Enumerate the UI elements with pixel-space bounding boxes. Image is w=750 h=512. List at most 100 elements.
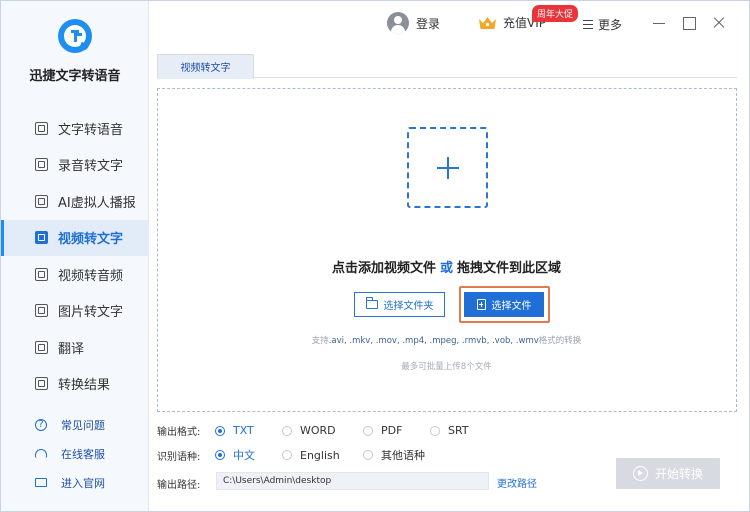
supported-formats: 支持.avi, .mkv, .mov, .mp4, .mpeg, .rmvb, … <box>158 334 735 346</box>
image-to-text-icon <box>35 304 48 318</box>
tab-video-to-text[interactable]: 视频转文字 <box>157 54 254 79</box>
app-logo-icon <box>58 19 92 53</box>
start-convert-label: 开始转换 <box>654 467 703 481</box>
website-link[interactable]: 进入官网 <box>1 468 149 497</box>
folder-icon <box>365 297 378 309</box>
formats-prefix: 支持 <box>311 336 329 346</box>
radio-label: PDF <box>381 424 403 437</box>
play-icon <box>632 466 648 481</box>
sidebar-links: ? 常见问题 在线客服 进入官网 <box>1 410 149 497</box>
sidebar-item-label: AI虚拟人播报 <box>58 195 136 211</box>
radio-label: SRT <box>448 424 469 437</box>
file-add-icon <box>476 299 486 310</box>
radio-label: TXT <box>233 424 254 437</box>
drop-prompt: 点击添加视频文件或拖拽文件到此区域 <box>158 257 735 276</box>
crown-icon <box>478 16 497 30</box>
output-path-field[interactable]: C:\Users\Admin\desktop <box>216 472 489 490</box>
video-to-audio-icon <box>35 267 48 281</box>
output-format-label: 输出格式: <box>157 427 201 438</box>
sidebar-item-video-to-text[interactable]: 视频转文字 <box>1 219 149 256</box>
formats-list: .avi, .mkv, .mov, .mp4, .mpeg, .rmvb, .v… <box>328 336 539 346</box>
user-avatar-icon <box>387 12 409 34</box>
drop-prompt-or: 或 <box>439 261 453 276</box>
radio-dot <box>282 425 292 436</box>
maximize-button[interactable] <box>681 15 697 31</box>
sidebar-item-image-to-text[interactable]: 图片转文字 <box>1 293 149 330</box>
help-link-label: 常见问题 <box>61 418 105 432</box>
sidebar-item-ai-avatar[interactable]: AI虚拟人播报 <box>1 183 149 220</box>
online-service-link[interactable]: 在线客服 <box>1 439 149 468</box>
radio-dot <box>215 450 225 460</box>
menu-icon <box>583 20 593 29</box>
help-link[interactable]: ? 常见问题 <box>1 410 149 439</box>
radio-label: 中文 <box>233 449 255 462</box>
sidebar-item-translate[interactable]: 翻译 <box>1 329 149 366</box>
results-icon <box>35 377 48 391</box>
radio-dot <box>282 450 292 460</box>
sidebar-nav: 文字转语音 录音转文字 AI虚拟人播报 视频转文字 视频转音频 图片转文字 翻译 <box>1 110 149 402</box>
website-link-label: 进入官网 <box>61 476 105 490</box>
add-file-plus-button[interactable] <box>407 127 488 208</box>
radio-dot <box>430 425 440 436</box>
radio-label: 其他语种 <box>381 449 425 462</box>
radio-dot <box>215 425 225 436</box>
sidebar-item-label: 转换结果 <box>58 378 111 394</box>
recording-to-text-icon <box>35 158 48 172</box>
more-menu-button[interactable]: 更多 <box>583 16 622 33</box>
app-name: 迅捷文字转语音 <box>29 69 121 84</box>
drop-prompt-drag: 拖拽文件到此区域 <box>457 261 562 276</box>
login-button[interactable]: 登录 <box>387 12 440 34</box>
language-radio-other[interactable]: 其他语种 <box>363 447 425 463</box>
more-label: 更多 <box>598 18 623 32</box>
sidebar-item-recording-to-text[interactable]: 录音转文字 <box>1 147 149 184</box>
headset-icon <box>35 449 47 458</box>
radio-label: WORD <box>300 424 336 437</box>
language-radio-chinese[interactable]: 中文 <box>215 447 282 463</box>
radio-dot <box>363 425 373 436</box>
promo-badge: 周年大促 <box>532 5 579 22</box>
tab-bar: 视频转文字 <box>157 54 737 79</box>
help-icon: ? <box>35 418 47 431</box>
sidebar: 迅捷文字转语音 文字转语音 录音转文字 AI虚拟人播报 视频转文字 视频转音频 … <box>1 1 149 511</box>
select-file-button[interactable]: 选择文件 <box>464 292 544 317</box>
change-path-link[interactable]: 更改路径 <box>497 475 537 490</box>
minimize-button[interactable] <box>651 15 667 31</box>
select-folder-button[interactable]: 选择文件夹 <box>354 292 445 317</box>
video-to-text-icon <box>35 231 48 245</box>
sidebar-item-label: 视频转音频 <box>58 268 124 284</box>
select-folder-label: 选择文件夹 <box>383 301 434 312</box>
sidebar-item-label: 视频转文字 <box>58 232 124 248</box>
sidebar-item-label: 录音转文字 <box>58 159 124 175</box>
select-file-label: 选择文件 <box>491 301 532 312</box>
file-drop-zone[interactable]: 点击添加视频文件或拖拽文件到此区域 选择文件夹 选择文件 支持.avi, .mk… <box>157 88 737 412</box>
login-label: 登录 <box>416 16 441 31</box>
online-service-label: 在线客服 <box>61 447 105 461</box>
output-format-row: 输出格式: TXT WORD PDF SRT <box>157 423 469 438</box>
website-icon <box>35 478 47 487</box>
sidebar-item-text-to-speech[interactable]: 文字转语音 <box>1 110 149 147</box>
format-radio-srt[interactable]: SRT <box>430 424 469 437</box>
start-convert-button[interactable]: 开始转换 <box>616 458 720 489</box>
sidebar-item-label: 图片转文字 <box>58 305 124 321</box>
close-button[interactable] <box>711 15 727 31</box>
format-radio-pdf[interactable]: PDF <box>363 424 430 437</box>
radio-dot <box>363 450 373 460</box>
upload-limit: 最多可批量上传8个文件 <box>401 362 492 372</box>
drop-prompt-click: 点击添加视频文件 <box>331 261 436 276</box>
format-radio-txt[interactable]: TXT <box>215 424 282 437</box>
sidebar-item-label: 翻译 <box>58 341 85 357</box>
sidebar-item-results[interactable]: 转换结果 <box>1 366 149 403</box>
sidebar-item-label: 文字转语音 <box>58 122 124 138</box>
language-label: 识别语种: <box>157 451 201 463</box>
format-radio-word[interactable]: WORD <box>282 424 363 437</box>
radio-label: English <box>300 448 340 462</box>
language-radio-english[interactable]: English <box>282 449 363 462</box>
top-bar: 登录 充值VIP 周年大促 更多 <box>150 1 749 47</box>
brand: 迅捷文字转语音 <box>1 19 149 84</box>
text-to-speech-icon <box>35 121 48 135</box>
language-row: 识别语种: 中文 English 其他语种 <box>157 447 425 463</box>
formats-suffix: 格式的转换 <box>538 336 582 346</box>
sidebar-item-video-to-audio[interactable]: 视频转音频 <box>1 256 149 293</box>
translate-icon <box>35 340 48 354</box>
output-path-label: 输出路径: <box>157 480 201 491</box>
